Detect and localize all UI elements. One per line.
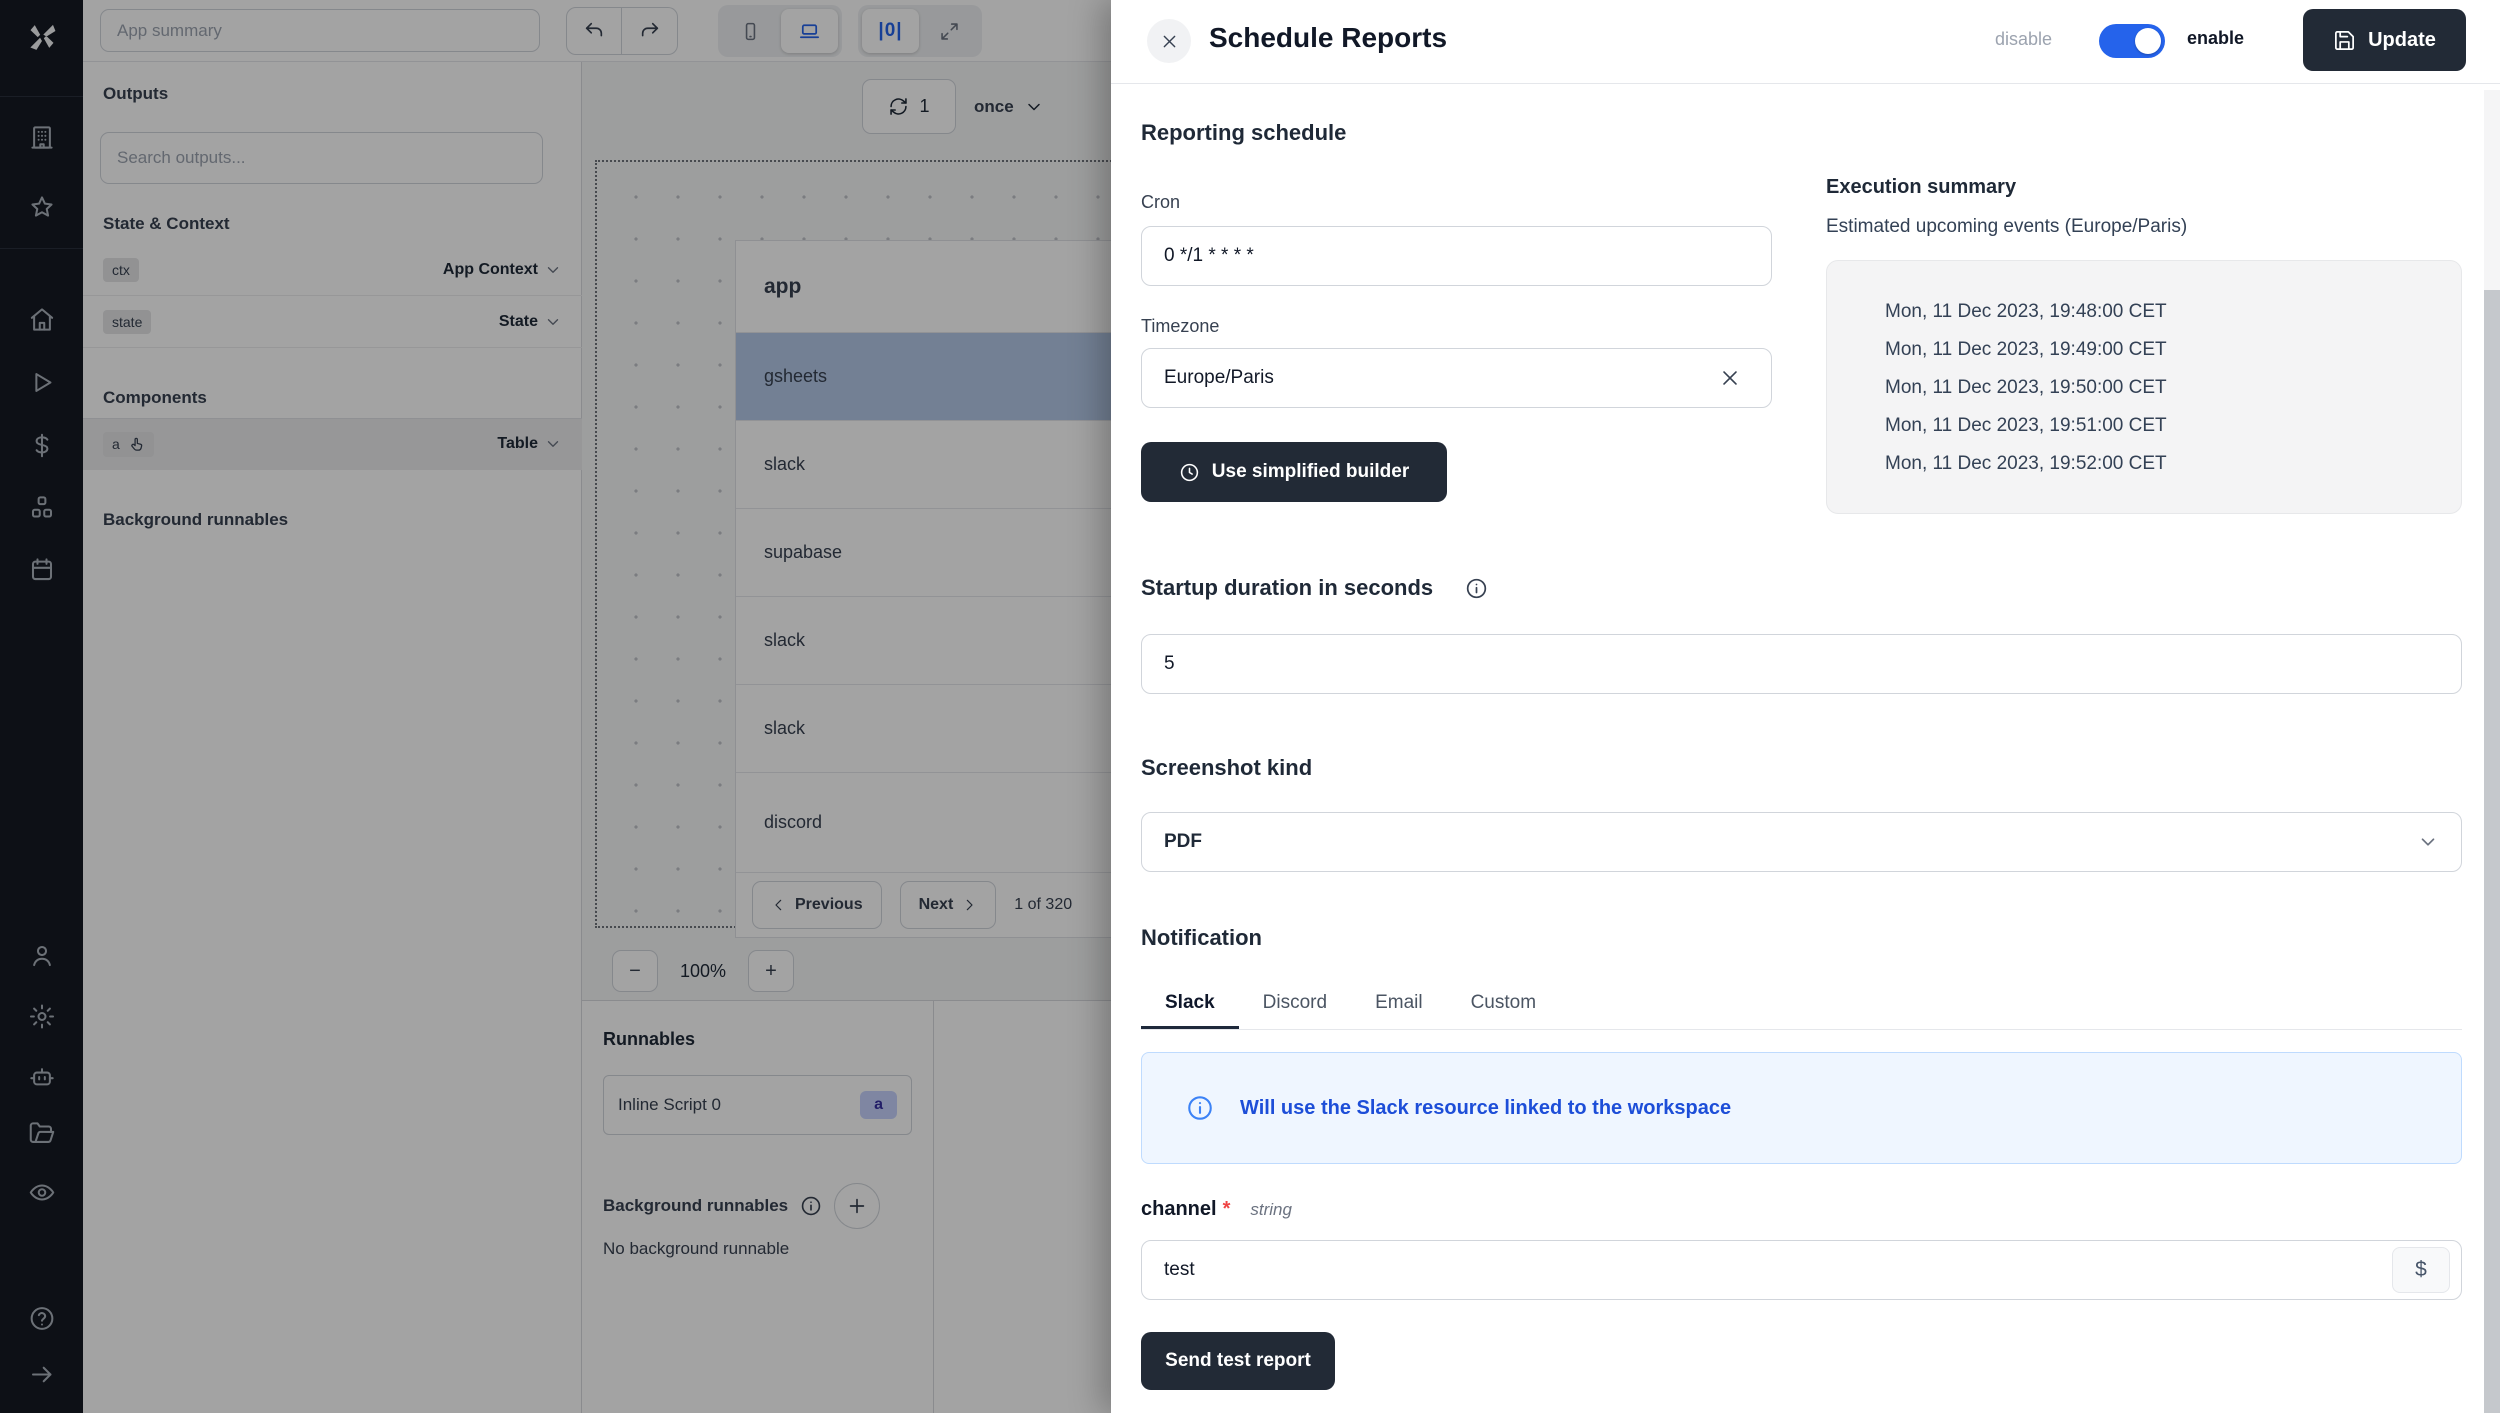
notification-title: Notification bbox=[1141, 925, 1262, 951]
send-test-report-button[interactable]: Send test report bbox=[1141, 1332, 1335, 1390]
timezone-label: Timezone bbox=[1141, 316, 1219, 337]
channel-input[interactable] bbox=[1141, 1240, 2462, 1300]
notification-tabs: Slack Discord Email Custom bbox=[1141, 980, 2462, 1030]
screenshot-kind-value: PDF bbox=[1164, 831, 1202, 853]
tab-custom[interactable]: Custom bbox=[1447, 980, 1560, 1029]
execution-summary-subtitle: Estimated upcoming events (Europe/Paris) bbox=[1826, 216, 2187, 238]
info-icon[interactable] bbox=[1465, 577, 1488, 600]
event-line: Mon, 11 Dec 2023, 19:49:00 CET bbox=[1885, 331, 2461, 369]
schedule-reports-drawer: Schedule Reports disable enable Update R… bbox=[1111, 0, 2500, 1413]
slack-info-alert: Will use the Slack resource linked to th… bbox=[1141, 1052, 2462, 1164]
save-icon bbox=[2333, 29, 2356, 52]
event-line: Mon, 11 Dec 2023, 19:52:00 CET bbox=[1885, 445, 2461, 483]
channel-field-label-row: channel * string bbox=[1141, 1198, 1292, 1221]
enable-label: enable bbox=[2187, 28, 2244, 49]
close-drawer-button[interactable] bbox=[1147, 19, 1191, 63]
event-line: Mon, 11 Dec 2023, 19:51:00 CET bbox=[1885, 407, 2461, 445]
tab-discord[interactable]: Discord bbox=[1239, 980, 1351, 1029]
tab-slack[interactable]: Slack bbox=[1141, 980, 1239, 1029]
disable-label: disable bbox=[1995, 29, 2052, 50]
enable-toggle[interactable] bbox=[2099, 24, 2165, 58]
channel-type-label: string bbox=[1250, 1200, 1292, 1220]
event-line: Mon, 11 Dec 2023, 19:48:00 CET bbox=[1885, 293, 2461, 331]
screenshot-kind-title: Screenshot kind bbox=[1141, 755, 1312, 781]
insert-variable-button[interactable]: $ bbox=[2392, 1247, 2450, 1293]
cron-input[interactable] bbox=[1141, 226, 1772, 286]
close-icon bbox=[1160, 32, 1179, 51]
alert-message: Will use the Slack resource linked to th… bbox=[1240, 1097, 1731, 1120]
timezone-input[interactable] bbox=[1141, 348, 1772, 408]
dollar-icon: $ bbox=[2415, 1258, 2427, 1282]
clear-timezone-icon[interactable] bbox=[1719, 367, 1741, 389]
execution-summary-title: Execution summary bbox=[1826, 176, 2016, 199]
drawer-title: Schedule Reports bbox=[1209, 22, 1447, 54]
drawer-scrollbar bbox=[2484, 90, 2500, 1413]
upcoming-events-box: Mon, 11 Dec 2023, 19:48:00 CET Mon, 11 D… bbox=[1826, 260, 2462, 514]
required-asterisk: * bbox=[1223, 1198, 1231, 1221]
app-editor-screen: |0| Outputs State & Context ctx App Cont… bbox=[0, 0, 2500, 1413]
clock-icon bbox=[1179, 462, 1200, 483]
screenshot-kind-select[interactable]: PDF bbox=[1141, 812, 2462, 872]
simplified-builder-button[interactable]: Use simplified builder bbox=[1141, 442, 1447, 502]
update-button[interactable]: Update bbox=[2303, 9, 2466, 71]
tab-email[interactable]: Email bbox=[1351, 980, 1447, 1029]
chevron-down-icon bbox=[2417, 831, 2439, 853]
toggle-knob bbox=[2135, 28, 2161, 54]
startup-duration-input[interactable] bbox=[1141, 634, 2462, 694]
scrollbar-thumb[interactable] bbox=[2484, 290, 2500, 1413]
reporting-schedule-title: Reporting schedule bbox=[1141, 120, 1346, 146]
cron-label: Cron bbox=[1141, 192, 1180, 213]
startup-duration-title: Startup duration in seconds bbox=[1141, 575, 1433, 601]
info-icon bbox=[1186, 1094, 1214, 1122]
channel-label: channel bbox=[1141, 1198, 1217, 1221]
event-line: Mon, 11 Dec 2023, 19:50:00 CET bbox=[1885, 369, 2461, 407]
